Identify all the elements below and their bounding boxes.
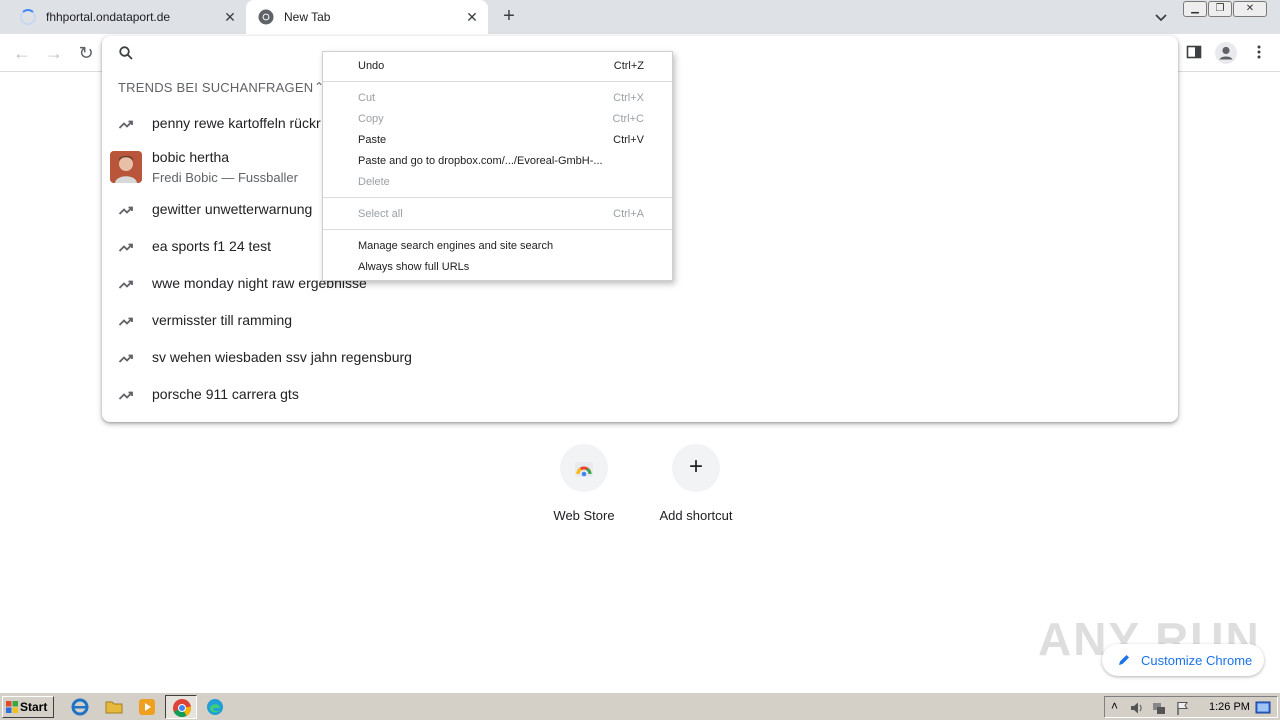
tab-title: fhhportal.ondataport.de	[46, 10, 171, 24]
customize-chrome-button[interactable]: Customize Chrome	[1102, 644, 1264, 676]
chrome-icon	[173, 699, 192, 718]
trends-header: TRENDS BEI SUCHANFRAGEN	[118, 80, 314, 95]
trending-icon	[118, 120, 133, 129]
trending-icon	[118, 391, 133, 400]
menu-item-shortcut: Ctrl+V	[613, 134, 644, 146]
chevron-down-icon[interactable]	[1152, 8, 1170, 26]
menu-dots-icon[interactable]	[1251, 44, 1267, 60]
speaker-icon[interactable]	[1129, 700, 1145, 716]
restore-button[interactable]: ❐	[1208, 1, 1232, 17]
system-tray: ˄	[1104, 696, 1278, 718]
windows-logo-icon	[6, 701, 18, 713]
menu-item-paste[interactable]: Paste Ctrl+V	[323, 130, 672, 151]
shortcut-label: Add shortcut	[659, 508, 733, 523]
suggestion-text: ea sports f1 24 test	[152, 238, 272, 254]
clock: 1:26 PM	[1209, 701, 1250, 713]
menu-item-delete[interactable]: Delete	[323, 172, 672, 193]
suggestion-text: sv wehen wiesbaden ssv jahn regensburg	[152, 349, 412, 365]
chrome-icon	[258, 9, 274, 25]
trending-icon	[118, 354, 133, 363]
start-button[interactable]: Start	[2, 696, 54, 718]
menu-item-label: Paste and go to dropbox.com/.../Evoreal-…	[358, 155, 603, 167]
context-menu: Undo Ctrl+Z Cut Ctrl+X Copy Ctrl+C Paste…	[322, 51, 673, 281]
suggestion-row[interactable]: porsche 911 carrera gts	[102, 377, 1178, 413]
new-tab-button[interactable]: +	[498, 6, 520, 28]
menu-separator	[323, 229, 672, 230]
shortcut-web-store[interactable]: Web Store	[529, 444, 639, 534]
trending-icon	[118, 243, 133, 252]
menu-item-paste-and-go[interactable]: Paste and go to dropbox.com/.../Evoreal-…	[323, 151, 672, 172]
menu-item-label: Always show full URLs	[358, 261, 470, 273]
suggestion-row[interactable]: sv wehen wiesbaden ssv jahn regensburg	[102, 340, 1178, 376]
tab-close-icon[interactable]: ✕	[464, 9, 480, 25]
tab-close-icon[interactable]: ✕	[222, 9, 238, 25]
media-player-icon[interactable]	[137, 697, 157, 717]
menu-separator	[323, 197, 672, 198]
web-store-icon	[560, 444, 608, 492]
suggestion-row[interactable]: vermisster till ramming	[102, 303, 1178, 339]
menu-item-shortcut: Ctrl+X	[613, 92, 644, 104]
internet-explorer-icon[interactable]	[70, 697, 90, 717]
edge-icon[interactable]	[205, 697, 225, 717]
person-thumbnail-image	[110, 151, 142, 183]
plus-icon: +	[672, 444, 720, 492]
network-icon[interactable]	[1151, 700, 1167, 716]
menu-item-label: Undo	[358, 60, 385, 72]
pencil-icon	[1119, 655, 1129, 665]
folder-icon[interactable]	[104, 697, 124, 717]
search-icon	[119, 46, 133, 60]
profile-avatar-icon[interactable]	[1214, 41, 1238, 65]
suggestion-text: vermisster till ramming	[152, 312, 293, 328]
tab-fhhportal[interactable]: fhhportal.ondataport.de ✕	[14, 0, 246, 34]
menu-item-label: Select all	[358, 208, 403, 220]
tab-new-tab[interactable]: New Tab ✕	[246, 0, 488, 34]
suggestion-text: porsche 911 carrera gts	[152, 386, 299, 402]
taskbar: Start ˄ 1:26 PM	[0, 692, 1280, 720]
shortcut-add[interactable]: + Add shortcut	[641, 444, 751, 534]
notification-icon[interactable]	[1255, 700, 1271, 716]
suggestion-text: bobic hertha	[152, 149, 230, 165]
menu-item-select-all[interactable]: Select all Ctrl+A	[323, 204, 672, 225]
trending-icon	[118, 317, 133, 326]
menu-item-label: Manage search engines and site search	[358, 240, 554, 252]
menu-item-shortcut: Ctrl+Z	[613, 60, 644, 72]
trending-icon	[118, 206, 133, 215]
tab-title: New Tab	[284, 10, 331, 24]
close-window-button[interactable]: ✕	[1233, 1, 1267, 17]
loading-spinner-icon	[20, 9, 36, 25]
shortcut-label: Web Store	[553, 508, 615, 523]
menu-item-cut[interactable]: Cut Ctrl+X	[323, 88, 672, 109]
suggestion-text: penny rewe kartoffeln rückr	[152, 115, 321, 131]
menu-item-manage-search-engines[interactable]: Manage search engines and site search	[323, 236, 672, 257]
reload-button[interactable]: ↻	[75, 42, 97, 64]
menu-item-shortcut: Ctrl+A	[613, 208, 644, 220]
menu-item-label: Copy	[358, 113, 384, 125]
suggestion-subtext: Fredi Bobic — Fussballer	[152, 170, 298, 185]
flag-icon[interactable]	[1175, 700, 1191, 716]
menu-separator	[323, 81, 672, 82]
menu-item-undo[interactable]: Undo Ctrl+Z	[323, 56, 672, 77]
chrome-taskbar-button[interactable]	[165, 695, 197, 719]
menu-item-label: Paste	[358, 134, 387, 146]
minimize-button[interactable]: ▁	[1183, 1, 1207, 17]
start-label: Start	[20, 700, 48, 714]
menu-item-copy[interactable]: Copy Ctrl+C	[323, 109, 672, 130]
menu-item-label: Cut	[358, 92, 376, 104]
trending-icon	[118, 280, 133, 289]
back-button[interactable]: ←	[11, 42, 33, 64]
menu-item-always-show-full-urls[interactable]: Always show full URLs	[323, 257, 672, 278]
menu-item-label: Delete	[358, 176, 390, 188]
menu-item-shortcut: Ctrl+C	[612, 113, 644, 125]
chevron-up-icon[interactable]: ˄	[1111, 699, 1118, 713]
customize-label: Customize Chrome	[1141, 653, 1253, 668]
side-panel-icon[interactable]	[1186, 44, 1202, 60]
suggestion-text: gewitter unwetterwarnung	[152, 201, 313, 217]
forward-button[interactable]: →	[43, 42, 65, 64]
tab-strip: fhhportal.ondataport.de ✕ New Tab ✕ + ▁ …	[0, 0, 1280, 34]
